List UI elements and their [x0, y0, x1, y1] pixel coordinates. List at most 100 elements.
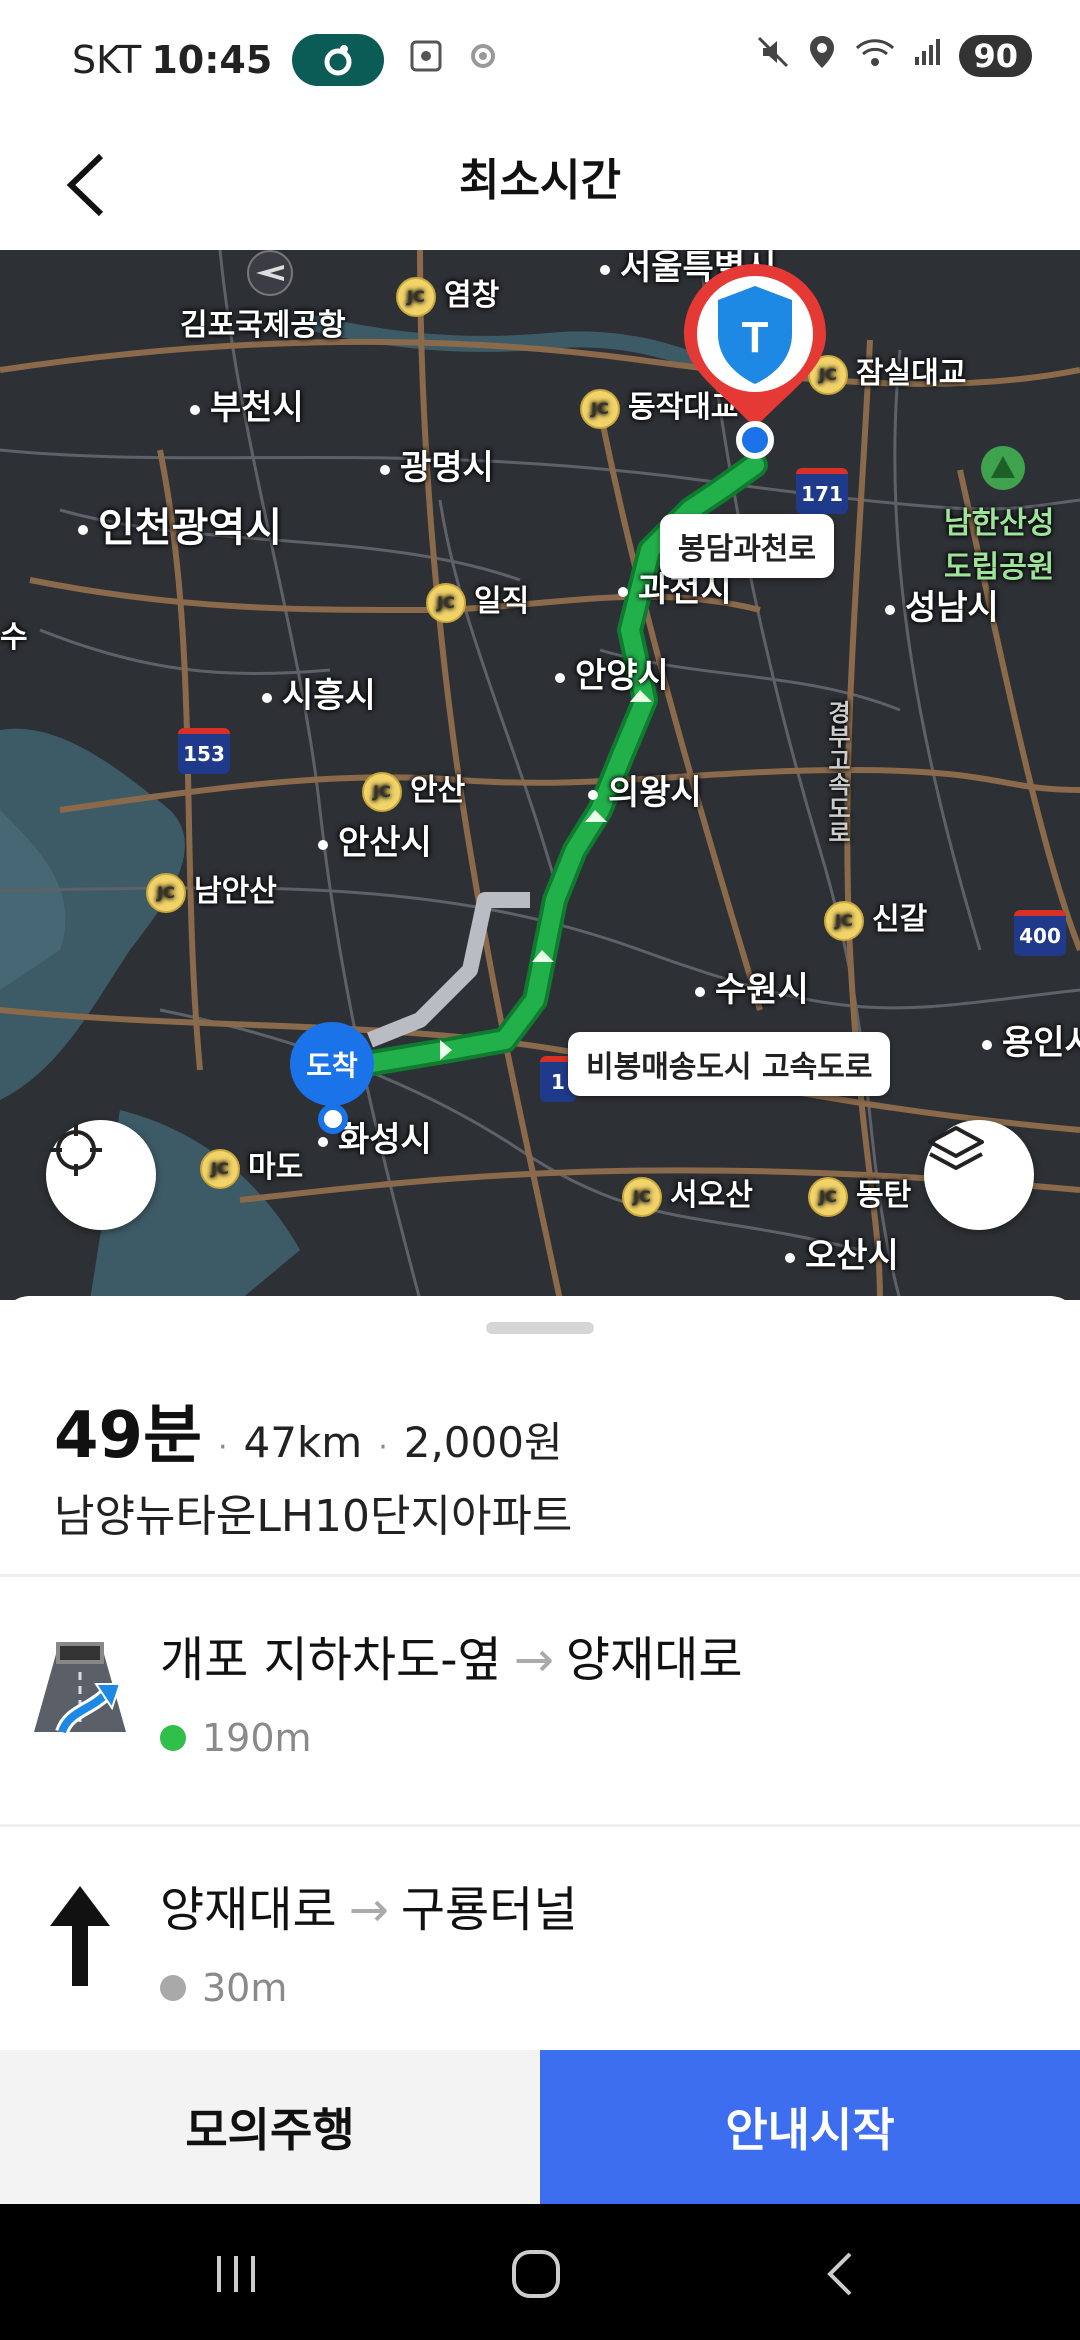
step-distance: 30m: [160, 1966, 287, 2010]
location-icon: [807, 34, 837, 78]
back-icon: [827, 2252, 852, 2296]
route-map[interactable]: 김포국제공항 부천시 광명시 인천광역시 시흥시 안산시 안양시 의왕시 과천시…: [0, 250, 1080, 1300]
route-distance: 47km: [243, 1418, 363, 1467]
map-label-seongnam: 성남시: [885, 580, 999, 629]
wifi-icon: [853, 34, 897, 78]
jc-icon: JC: [426, 582, 466, 623]
home-icon: [512, 2250, 560, 2298]
jc-label-iljik: JC 일직: [426, 576, 529, 623]
road-callout-bibong: 비봉매송도시 고속도로: [568, 1032, 891, 1096]
underpass-right-turn-icon: [34, 1642, 126, 1735]
battery-level: 90: [959, 35, 1032, 77]
clock: 10:45: [151, 38, 273, 82]
road-callout-bongdam: 봉담과천로: [660, 514, 834, 578]
jc-label-yeomchang: JC 염창: [396, 270, 499, 317]
map-label-bucheon: 부천시: [190, 380, 304, 429]
jc-icon: JC: [146, 872, 186, 913]
arrow-right-icon: →: [348, 1882, 389, 1938]
map-label-yongin: 용인시: [982, 1015, 1080, 1064]
step-route-text: 개포 지하차도-옆 → 양재대로: [160, 1620, 743, 1690]
page-title: 최소시간: [459, 155, 621, 206]
route-summary: 49분 · 47km · 2,000원: [54, 1384, 563, 1476]
step-from: 개포 지하차도-옆: [160, 1632, 502, 1688]
sync-icon: [468, 41, 498, 79]
traffic-status-dot: [160, 1725, 186, 1751]
step-from: 양재대로: [160, 1882, 337, 1938]
step-to: 구룡터널: [400, 1882, 578, 1938]
mute-icon: [755, 34, 791, 78]
traffic-status-dot: [160, 1975, 186, 2001]
jc-icon: JC: [824, 900, 864, 941]
route-summary-sheet[interactable]: 49분 · 47km · 2,000원 남양뉴타운LH10단지아파트 개포 지하…: [0, 1296, 1080, 2056]
system-back-button[interactable]: [790, 2244, 890, 2304]
simulate-drive-button[interactable]: 모의주행: [0, 2050, 540, 2204]
map-canvas: [0, 250, 1080, 1300]
screenshot-icon: [408, 38, 444, 82]
system-nav-bar: [0, 2204, 1080, 2340]
start-guidance-button[interactable]: 안내시작: [540, 2050, 1080, 2204]
recent-apps-button[interactable]: [186, 2244, 286, 2304]
step-distance-value: 190m: [202, 1716, 312, 1760]
map-label-gimpo-airport: 김포국제공항: [180, 308, 346, 343]
jc-icon: JC: [580, 388, 620, 429]
route-duration: 49분: [54, 1399, 202, 1473]
destination-pin[interactable]: 도착: [290, 1022, 374, 1106]
layers-icon: [928, 1126, 984, 1170]
map-label-namhansanseong: 남한산성 도립공원: [944, 506, 1055, 585]
jc-icon: JC: [396, 276, 436, 317]
map-label-su: 수: [0, 620, 28, 655]
jc-label-mado: JC 마도: [200, 1142, 303, 1189]
svg-text:T: T: [742, 313, 769, 362]
route-shield-153: 153: [178, 728, 230, 774]
step-to: 양재대로: [565, 1632, 743, 1688]
map-label-osan: 오산시: [785, 1228, 899, 1277]
action-bar: 모의주행 안내시작: [0, 2050, 1080, 2204]
start-marker[interactable]: T: [680, 260, 830, 460]
recent-apps-icon: [217, 2256, 255, 2292]
tmap-active-pill-icon: [292, 34, 385, 86]
map-label-uiwang: 의왕시: [588, 765, 702, 814]
jc-icon: JC: [622, 1176, 662, 1217]
separator-dot: ·: [217, 1430, 228, 1465]
map-label-gwangmyeong: 광명시: [380, 440, 494, 489]
jc-label-dongtan: JC 동탄: [808, 1170, 911, 1217]
map-label-incheon: 인천광역시: [78, 495, 282, 553]
map-layers-button[interactable]: [924, 1120, 1034, 1230]
signal-icon: [913, 37, 943, 75]
top-bar: 최소시간: [0, 120, 1080, 250]
jc-icon: JC: [808, 1176, 848, 1217]
step-distance-value: 30m: [202, 1966, 288, 2010]
toll-fee: 2,000원: [403, 1418, 563, 1467]
tmap-shield-icon: T: [684, 264, 826, 459]
map-label-siheung: 시흥시: [262, 668, 376, 717]
step-route-text: 양재대로 → 구룡터널: [160, 1870, 578, 1940]
status-left: SKT 10:45: [72, 34, 498, 86]
jc-icon: JC: [362, 771, 402, 812]
crosshair-icon: [50, 1124, 102, 1176]
jc-label-ansan: JC 안산: [362, 765, 465, 812]
current-location-button[interactable]: [46, 1120, 156, 1230]
arrow-right-icon: →: [513, 1632, 554, 1688]
map-label-gyeongbu-expressway: 경부고속도로: [823, 700, 851, 844]
map-label-suwon: 수원시: [695, 962, 809, 1011]
straight-arrow-icon: [50, 1886, 110, 1986]
turn-step[interactable]: 양재대로 → 구룡터널 30m: [0, 1826, 1080, 2076]
map-label-anyang: 안양시: [555, 648, 669, 697]
jc-icon: JC: [200, 1148, 240, 1189]
separator-dot: ·: [378, 1430, 388, 1465]
jc-label-jamsildaegyo: JC 잠실대교: [808, 348, 966, 395]
step-distance: 190m: [160, 1716, 312, 1760]
route-shield-400: 400: [1014, 910, 1066, 956]
route-shield-171: 171: [796, 468, 848, 514]
map-label-ansan: 안산시: [318, 815, 432, 864]
jc-label-singal: JC 신갈: [824, 894, 927, 941]
status-bar: SKT 10:45 90: [0, 0, 1080, 120]
home-button[interactable]: [486, 2244, 586, 2304]
destination-name: 남양뉴타운LH10단지아파트: [54, 1491, 573, 1542]
sheet-drag-handle[interactable]: [486, 1322, 594, 1334]
jc-label-seoosan: JC 서오산: [622, 1170, 753, 1217]
status-right: 90: [755, 34, 1032, 78]
carrier-label: SKT: [72, 38, 142, 82]
turn-step[interactable]: 개포 지하차도-옆 → 양재대로 190m: [0, 1576, 1080, 1826]
destination-point: [318, 1104, 348, 1134]
